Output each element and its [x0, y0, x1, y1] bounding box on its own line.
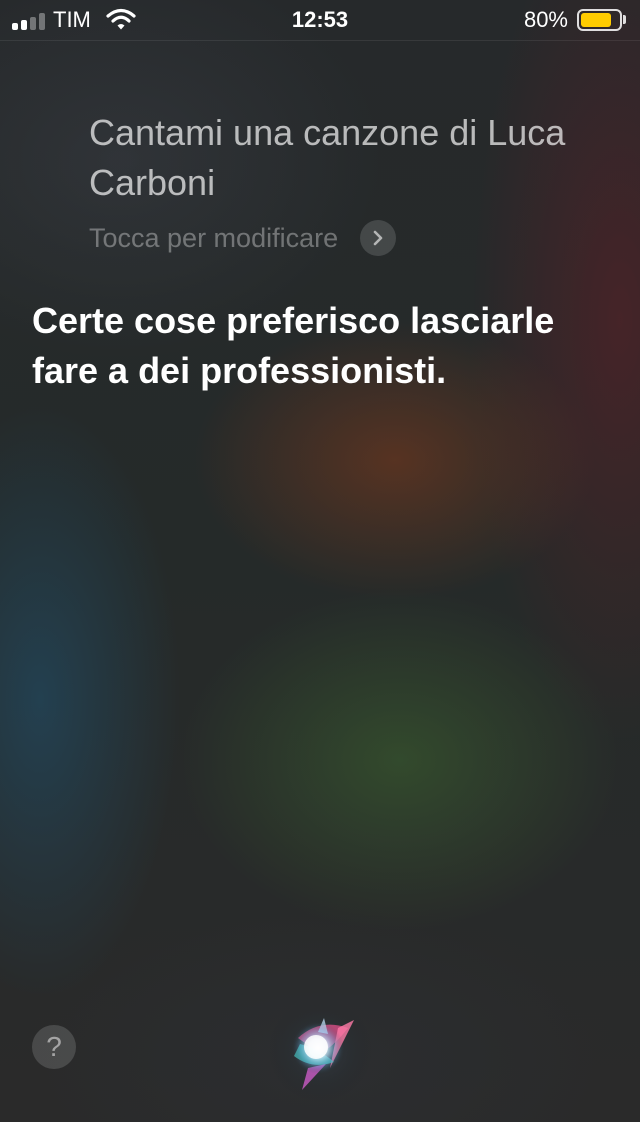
battery-tip	[623, 15, 626, 24]
status-bar: TIM 12:53 80%	[0, 0, 640, 41]
help-icon: ?	[46, 1031, 62, 1062]
battery-level-fill	[581, 13, 611, 27]
siri-query-text: Cantami una canzone di Luca Carboni	[89, 112, 566, 203]
chevron-right-icon[interactable]	[360, 220, 397, 256]
siri-orb-icon[interactable]	[268, 998, 372, 1102]
tap-to-edit-button[interactable]: Tocca per modificare	[89, 218, 397, 258]
help-button[interactable]: ?	[32, 1025, 76, 1069]
edit-hint-label: Tocca per modificare	[89, 222, 339, 253]
battery-icon	[577, 9, 622, 31]
siri-response-text: Certe cose preferisco lasciarle fare a d…	[32, 300, 555, 391]
battery-percentage: 80%	[523, 7, 568, 32]
